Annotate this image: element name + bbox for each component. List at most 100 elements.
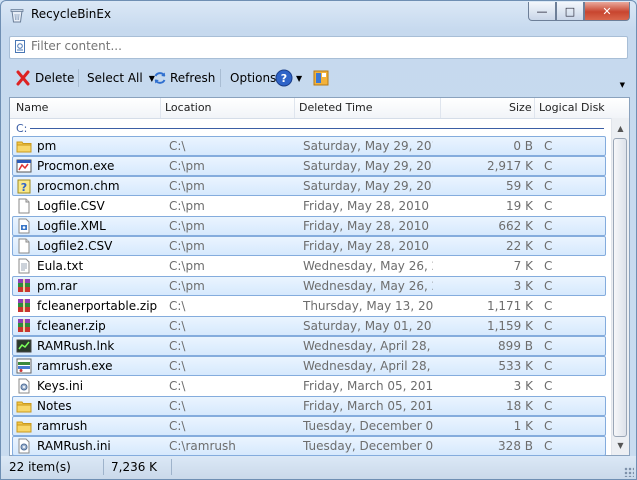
- cell-name: RAMRush.lnk: [37, 339, 115, 353]
- minimize-button[interactable]: —: [528, 2, 556, 21]
- column-deleted-time[interactable]: Deleted Time: [299, 101, 373, 114]
- options-button[interactable]: Options: [230, 68, 276, 88]
- document-icon: [16, 238, 32, 254]
- table-row[interactable]: ramrush C:\ Tuesday, December 01, ... 1 K C: [12, 416, 606, 436]
- table-row[interactable]: pm.rar C:\pm Wednesday, May 26, 20... 3 K C: [12, 276, 606, 296]
- cell-logical-disk: C: [544, 219, 553, 233]
- select-all-button[interactable]: Select All ▼: [87, 68, 155, 88]
- settings-file-icon: [16, 438, 32, 454]
- scroll-up-icon[interactable]: ▲: [612, 120, 629, 136]
- cell-size: 328 B: [498, 439, 533, 453]
- cell-size: 22 K: [506, 239, 533, 253]
- cell-location: C:\: [169, 359, 186, 373]
- installer-icon: [16, 358, 32, 374]
- cell-location: C:\: [169, 319, 186, 333]
- cell-size: 533 K: [498, 359, 533, 373]
- scroll-down-icon[interactable]: ▼: [612, 437, 629, 453]
- archive-icon: [16, 278, 32, 294]
- folder-icon: [16, 398, 32, 414]
- group-header[interactable]: C:: [16, 122, 604, 136]
- cell-deleted-time: Tuesday, December 01, ...: [303, 419, 433, 433]
- scroll-thumb[interactable]: [613, 138, 627, 437]
- refresh-label: Refresh: [170, 71, 216, 85]
- maximize-button[interactable]: □: [556, 2, 584, 21]
- cell-size: 19 K: [506, 199, 533, 213]
- recycle-bin-icon: [10, 9, 24, 23]
- column-logical-disk[interactable]: Logical Disk: [539, 101, 605, 114]
- settings-file-icon: [16, 378, 32, 394]
- dropdown-arrow-icon: ▼: [296, 73, 303, 83]
- cell-deleted-time: Saturday, May 29, 2010...: [303, 159, 433, 173]
- resize-grip-icon[interactable]: [624, 467, 634, 477]
- close-icon: ✕: [602, 4, 612, 18]
- cell-deleted-time: Tuesday, December 01, ...: [303, 439, 433, 453]
- table-row[interactable]: Keys.ini C:\ Friday, March 05, 2010 ... 3 K…: [12, 376, 606, 396]
- column-divider: [440, 98, 441, 118]
- group-label: C:: [16, 122, 28, 135]
- column-name[interactable]: Name: [16, 101, 48, 114]
- table-row[interactable]: Eula.txt C:\pm Wednesday, May 26, 20... 7 K…: [12, 256, 606, 276]
- archive-icon: [16, 318, 32, 334]
- table-row[interactable]: pm C:\ Saturday, May 29, 2010... 0 B C: [12, 136, 606, 156]
- table-row[interactable]: RAMRush.ini C:\ramrush Tuesday, December 0…: [12, 436, 606, 456]
- vertical-scrollbar[interactable]: ▲ ▼: [611, 118, 629, 455]
- table-row[interactable]: ramrush.exe C:\ Wednesday, April 28, 2... 5…: [12, 356, 606, 376]
- cell-location: C:\: [169, 399, 186, 413]
- about-button[interactable]: [313, 68, 329, 88]
- item-count: 22 item(s): [9, 460, 71, 474]
- svg-text:?: ?: [21, 181, 27, 194]
- delete-button[interactable]: Delete: [15, 68, 74, 88]
- cell-logical-disk: C: [544, 179, 553, 193]
- cell-size: 59 K: [506, 179, 533, 193]
- exe-icon: [16, 158, 32, 174]
- column-size[interactable]: Size: [509, 101, 532, 114]
- column-location[interactable]: Location: [165, 101, 212, 114]
- cell-deleted-time: Wednesday, April 28, 2...: [303, 339, 433, 353]
- cell-size: 1,171 K: [486, 299, 533, 313]
- table-row[interactable]: Logfile.XML C:\pm Friday, May 28, 2010 9:.…: [12, 216, 606, 236]
- title-bar[interactable]: RecycleBinEx — □ ✕: [1, 1, 636, 29]
- cell-size: 3 K: [513, 379, 533, 393]
- cell-location: C:\: [169, 379, 186, 393]
- status-divider: [103, 459, 104, 475]
- recycle-bin-list: Name Location Deleted Time Size Logical …: [9, 97, 630, 456]
- toolbar-divider: [78, 69, 79, 87]
- cell-logical-disk: C: [544, 399, 553, 413]
- column-divider: [534, 98, 535, 118]
- help-button[interactable]: ? ▼: [275, 68, 302, 88]
- cell-name: Logfile2.CSV: [37, 239, 113, 253]
- table-row[interactable]: fcleaner.zip C:\ Saturday, May 01, 2010...…: [12, 316, 606, 336]
- help-icon: ?: [275, 69, 293, 87]
- cell-deleted-time: Saturday, May 29, 2010...: [303, 179, 433, 193]
- toolbar-overflow-icon[interactable]: ▼: [620, 81, 625, 89]
- cell-location: C:\: [169, 339, 186, 353]
- delete-icon: [16, 70, 30, 86]
- toolbar-divider: [220, 69, 221, 87]
- cell-name: ramrush: [37, 419, 88, 433]
- cell-logical-disk: C: [544, 379, 553, 393]
- cell-location: C:\pm: [169, 279, 205, 293]
- cell-name: Logfile.XML: [37, 219, 106, 233]
- table-row[interactable]: Procmon.exe C:\pm Saturday, May 29, 2010..…: [12, 156, 606, 176]
- cell-location: C:\ramrush: [169, 439, 236, 453]
- cell-location: C:\pm: [169, 159, 205, 173]
- cell-name: procmon.chm: [37, 179, 120, 193]
- table-row[interactable]: fcleanerportable.zip C:\ Thursday, May 13,…: [12, 296, 606, 316]
- cell-logical-disk: C: [544, 279, 553, 293]
- table-row[interactable]: ? procmon.chm C:\pm Saturday, May 29, 2010.…: [12, 176, 606, 196]
- cell-deleted-time: Friday, May 28, 2010 9:...: [303, 219, 433, 233]
- table-row[interactable]: Logfile.CSV C:\pm Friday, May 28, 2010 9:.…: [12, 196, 606, 216]
- status-bar: 22 item(s) 7,236 K: [1, 456, 636, 479]
- column-divider: [160, 98, 161, 118]
- table-row[interactable]: Logfile2.CSV C:\pm Friday, May 28, 2010 9:…: [12, 236, 606, 256]
- text-file-icon: [16, 258, 32, 274]
- table-row[interactable]: RAMRush.lnk C:\ Wednesday, April 28, 2... 8…: [12, 336, 606, 356]
- column-header: Name Location Deleted Time Size Logical …: [10, 98, 629, 119]
- filter-box[interactable]: [9, 36, 628, 59]
- cell-size: 899 B: [498, 339, 533, 353]
- filter-input[interactable]: [31, 39, 611, 53]
- close-button[interactable]: ✕: [584, 2, 630, 21]
- table-row[interactable]: Notes C:\ Friday, March 05, 2010 ... 18 K C: [12, 396, 606, 416]
- refresh-button[interactable]: Refresh: [153, 68, 215, 88]
- help-file-icon: ?: [16, 178, 32, 194]
